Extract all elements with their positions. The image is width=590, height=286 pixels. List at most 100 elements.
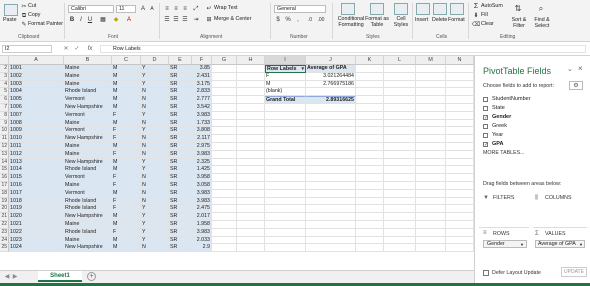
cell[interactable] [446, 104, 474, 112]
cell[interactable] [356, 127, 384, 136]
cell[interactable] [446, 80, 474, 89]
autosum-icon[interactable]: Σ [472, 3, 480, 11]
pivot-grand-total-value[interactable]: 2.89316625 [306, 96, 356, 104]
cell-styles-button[interactable]: Cell Styles [391, 16, 411, 28]
cell[interactable] [306, 135, 356, 143]
cell[interactable] [446, 189, 474, 198]
cell[interactable] [356, 143, 384, 151]
field-checkbox[interactable] [483, 124, 488, 129]
cell[interactable] [212, 182, 237, 190]
cell[interactable]: M [112, 244, 141, 253]
cell[interactable] [416, 65, 446, 73]
cell[interactable] [237, 150, 265, 159]
cell[interactable] [265, 221, 306, 229]
row-header[interactable]: 10 [0, 127, 9, 136]
sort-filter-button[interactable]: Sort & Filter [508, 17, 530, 29]
cell[interactable] [237, 189, 265, 198]
cell[interactable] [356, 158, 384, 167]
cell[interactable]: 1.733 [192, 119, 212, 128]
decrease-font-icon[interactable]: A [148, 5, 156, 13]
format-as-table-button[interactable]: Format as Table [365, 16, 389, 28]
wrap-text-button[interactable]: Wrap Text [214, 5, 238, 12]
fill-icon[interactable]: ⬇ [472, 12, 480, 20]
cell[interactable] [237, 236, 265, 245]
cell[interactable]: SR [169, 65, 192, 73]
cell[interactable] [237, 174, 265, 182]
cell[interactable] [237, 135, 265, 143]
column-header[interactable]: A [9, 56, 64, 65]
cell[interactable]: M [112, 119, 141, 128]
cell[interactable] [212, 228, 237, 237]
cell[interactable]: 1020 [9, 213, 64, 221]
cell[interactable] [384, 72, 416, 81]
cell[interactable] [237, 72, 265, 81]
cell[interactable]: New Hampshire [64, 244, 112, 253]
delete-button[interactable]: Delete [432, 17, 447, 24]
cell[interactable]: Vermont [64, 96, 112, 104]
cell[interactable] [384, 96, 416, 104]
cell[interactable] [237, 221, 265, 229]
comma-button[interactable]: , [294, 16, 302, 24]
sort-filter-icon[interactable]: ⇅ [512, 4, 524, 14]
cell[interactable] [384, 104, 416, 112]
cell[interactable]: Maine [64, 182, 112, 190]
cell[interactable]: 1002 [9, 72, 64, 81]
cell[interactable]: 3.983 [192, 189, 212, 198]
column-header[interactable]: J [306, 56, 356, 65]
cell[interactable]: Y [141, 236, 169, 245]
cell[interactable] [356, 72, 384, 81]
cell[interactable]: Y [141, 72, 169, 81]
cell[interactable]: F [112, 135, 141, 143]
cell[interactable] [356, 111, 384, 120]
row-header[interactable]: 7 [0, 104, 9, 112]
sheet-tab-sheet1[interactable]: Sheet1 [38, 271, 82, 282]
pivot-value[interactable]: 3.021264484 [306, 72, 356, 81]
row-header[interactable]: 22 [0, 221, 9, 229]
cell[interactable] [416, 88, 446, 97]
row-header[interactable]: 21 [0, 213, 9, 221]
cell[interactable]: F [112, 174, 141, 182]
field-checkbox[interactable] [483, 133, 488, 138]
cell[interactable] [446, 119, 474, 128]
row-header[interactable]: 18 [0, 189, 9, 198]
cell[interactable] [416, 80, 446, 89]
cell[interactable] [384, 197, 416, 206]
row-header[interactable]: 5 [0, 88, 9, 97]
cell[interactable] [416, 166, 446, 175]
row-header[interactable]: 25 [0, 244, 9, 253]
cell[interactable] [265, 236, 306, 245]
clear-button[interactable]: Clear [481, 21, 494, 28]
cell[interactable]: New Hampshire [64, 158, 112, 167]
cell[interactable] [416, 96, 446, 104]
cell[interactable] [212, 213, 237, 221]
cell[interactable]: 1011 [9, 143, 64, 151]
cell[interactable] [446, 143, 474, 151]
cell[interactable] [384, 174, 416, 182]
cell[interactable]: SR [169, 111, 192, 120]
cell[interactable]: 3.85 [192, 65, 212, 73]
fill-button[interactable]: Fill [481, 12, 488, 19]
field-item[interactable]: State [483, 105, 505, 112]
clear-icon[interactable]: ⌫ [472, 21, 480, 29]
cell[interactable]: 1012 [9, 150, 64, 159]
cell[interactable] [416, 72, 446, 81]
field-item[interactable]: Greek [483, 123, 507, 130]
row-header[interactable]: 8 [0, 111, 9, 120]
cell[interactable] [306, 205, 356, 214]
align-right-icon[interactable]: ☰ [181, 16, 189, 24]
cell[interactable]: Y [141, 221, 169, 229]
cell[interactable]: SR [169, 182, 192, 190]
cell[interactable]: F [112, 182, 141, 190]
cell[interactable]: 1004 [9, 88, 64, 97]
pivot-values-header[interactable]: Average of GPA [306, 65, 356, 73]
cell[interactable] [306, 236, 356, 245]
align-middle-icon[interactable]: ≡ [172, 5, 180, 13]
cell[interactable]: Y [141, 65, 169, 73]
cell[interactable] [237, 205, 265, 214]
cell[interactable]: Y [141, 228, 169, 237]
enter-icon[interactable]: ✓ [73, 45, 81, 53]
cell-styles-icon[interactable] [394, 3, 408, 15]
cell[interactable] [237, 88, 265, 97]
name-box[interactable]: I2 [2, 45, 52, 53]
cell[interactable] [416, 189, 446, 198]
